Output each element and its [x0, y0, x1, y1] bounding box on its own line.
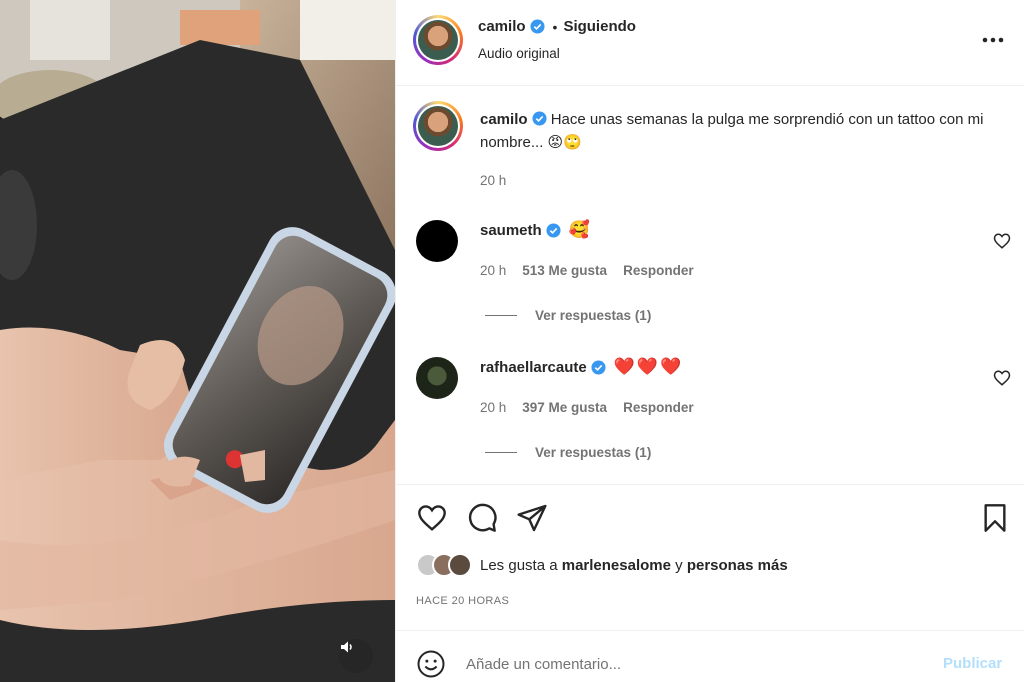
comment-time[interactable]: 20 h [480, 263, 506, 278]
verified-badge-icon [546, 222, 561, 238]
verified-badge-icon [530, 19, 545, 34]
comment-likes[interactable]: 513 Me gusta [522, 263, 607, 278]
comment-text: ❤️❤️❤️ [613, 357, 684, 376]
caption-text: Hace unas semanas la pulga me sorprendió… [480, 111, 984, 151]
audio-link[interactable]: Audio original [478, 46, 560, 61]
comment-time[interactable]: 20 h [480, 400, 506, 415]
post-details-panel: camilo • Siguiendo Audio original camilo… [395, 0, 1024, 682]
emoji-picker-icon[interactable] [416, 649, 446, 679]
reply-button[interactable]: Responder [623, 263, 694, 278]
commenter-username[interactable]: rafhaellarcaute [480, 359, 587, 376]
more-options-button[interactable] [981, 30, 1005, 50]
view-replies-label: Ver respuestas (1) [535, 445, 652, 460]
comment-meta: 20 h 513 Me gusta Responder [480, 263, 694, 278]
separator-dot: • [552, 18, 558, 35]
like-heart-icon[interactable] [416, 502, 448, 534]
likes-joiner: y [675, 556, 683, 574]
likes-summary: Les gusta a marlenesalome y personas más [416, 553, 788, 577]
comment-item: rafhaellarcaute ❤️❤️❤️ 20 h 397 Me gusta… [396, 357, 1024, 487]
post-time-ago[interactable]: HACE 20 HORAS [416, 595, 509, 607]
reply-button[interactable]: Responder [623, 400, 694, 415]
view-replies-label: Ver respuestas (1) [535, 308, 652, 323]
comment-input[interactable] [466, 651, 926, 677]
likes-others-link[interactable]: personas más [687, 557, 788, 574]
verified-badge-icon [591, 359, 606, 375]
add-comment-bar: Publicar [396, 630, 1024, 682]
verified-badge-icon [532, 111, 547, 126]
like-comment-heart-icon[interactable] [993, 369, 1011, 387]
view-replies-button[interactable]: Ver respuestas (1) [485, 308, 651, 323]
video-frame [0, 0, 395, 682]
author-line: camilo • Siguiendo [478, 18, 636, 35]
comment-line: rafhaellarcaute ❤️❤️❤️ [480, 357, 683, 377]
likes-text: Les gusta a marlenesalome y personas más [480, 557, 788, 574]
post-header: camilo • Siguiendo Audio original [396, 0, 1024, 86]
comment-bubble-icon[interactable] [466, 502, 498, 534]
publish-button[interactable]: Publicar [943, 655, 1002, 672]
comment-line: saumeth 🥰 [480, 220, 592, 240]
post-actions: Les gusta a marlenesalome y personas más… [396, 484, 1024, 630]
liker-username[interactable]: marlenesalome [562, 557, 671, 574]
author-avatar[interactable] [413, 15, 463, 65]
post-video[interactable] [0, 0, 395, 682]
caption-time[interactable]: 20 h [480, 173, 506, 188]
comment-meta: 20 h 397 Me gusta Responder [480, 400, 694, 415]
caption-text-block: camilo Hace unas semanas la pulga me sor… [480, 108, 1000, 154]
author-username[interactable]: camilo [478, 18, 526, 35]
replies-divider [485, 452, 517, 453]
liker-avatar [448, 553, 472, 577]
comment-item: saumeth 🥰 20 h 513 Me gusta Responder Ve… [396, 220, 1024, 350]
more-horizontal-icon [982, 37, 1004, 43]
volume-icon [341, 641, 352, 653]
save-bookmark-icon[interactable] [979, 502, 1011, 534]
view-replies-button[interactable]: Ver respuestas (1) [485, 445, 651, 460]
commenter-username[interactable]: saumeth [480, 222, 542, 239]
comment-text: 🥰 [568, 220, 592, 239]
likes-prefix: Les gusta a [480, 556, 558, 574]
commenter-avatar[interactable] [416, 357, 458, 399]
like-comment-heart-icon[interactable] [993, 232, 1011, 250]
replies-divider [485, 315, 517, 316]
comment-likes[interactable]: 397 Me gusta [522, 400, 607, 415]
commenter-avatar[interactable] [416, 220, 458, 262]
share-send-icon[interactable] [516, 502, 548, 534]
caption-author-avatar[interactable] [413, 101, 463, 151]
following-button[interactable]: Siguiendo [563, 18, 636, 35]
sound-toggle-button[interactable] [339, 639, 373, 673]
caption-author-username[interactable]: camilo [480, 111, 528, 128]
